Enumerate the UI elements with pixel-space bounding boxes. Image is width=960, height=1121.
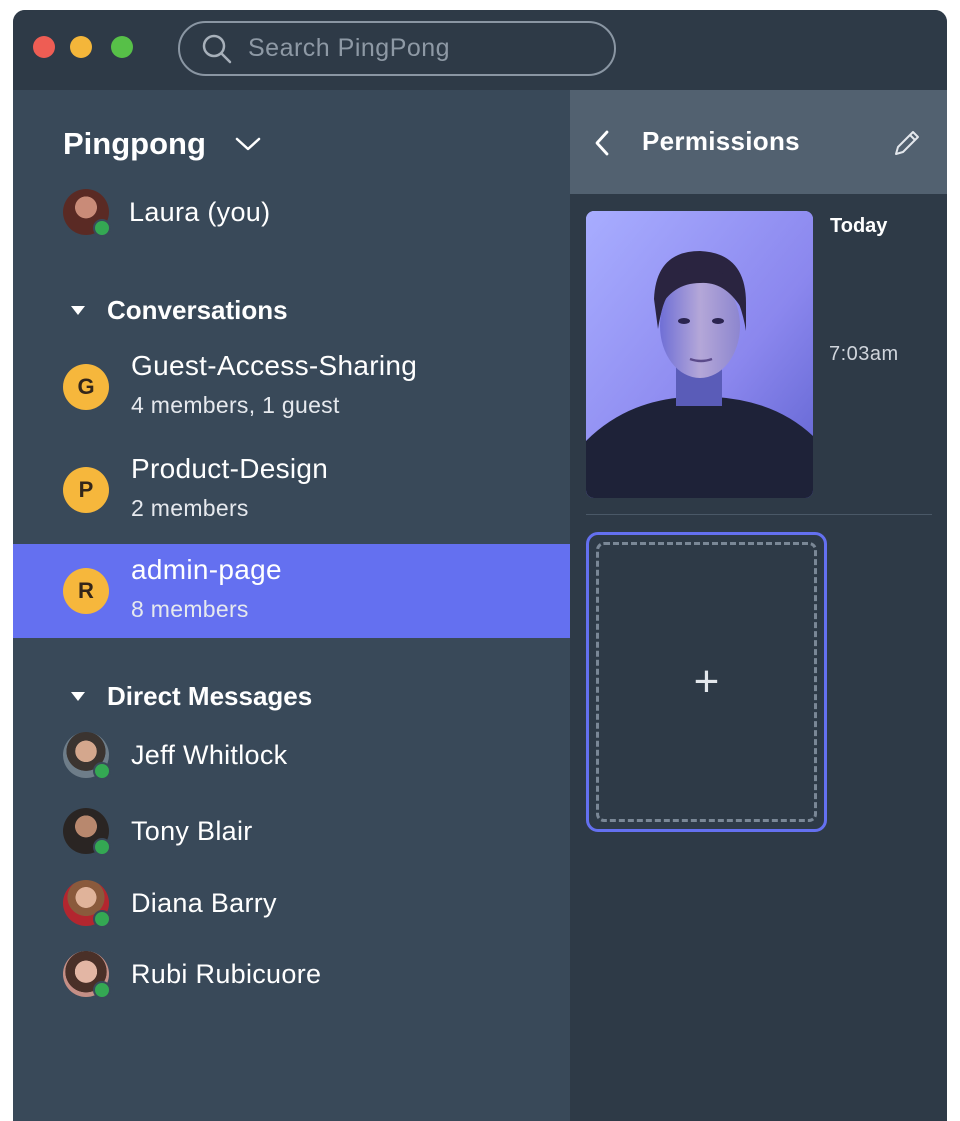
current-user-row[interactable]: Laura (you)	[63, 189, 271, 237]
search-placeholder: Search PingPong	[248, 34, 451, 62]
collapse-triangle-icon	[71, 306, 85, 315]
shared-photo-thumbnail[interactable]	[586, 211, 813, 498]
conversation-name: admin-page	[131, 554, 282, 585]
zoom-window-button[interactable]	[111, 36, 133, 58]
avatar	[63, 189, 111, 237]
plus-icon: +	[693, 657, 720, 706]
conversation-members: 2 members	[131, 495, 249, 521]
direct-messages-header-label: Direct Messages	[107, 681, 313, 711]
permissions-panel: Permissions Today 7:03am +	[570, 90, 947, 1121]
current-user-name: Laura (you)	[129, 196, 271, 227]
conversations-section-header[interactable]: Conversations	[71, 295, 288, 326]
dm-name: Diana Barry	[131, 887, 277, 918]
conversation-item-product-design[interactable]: P Product-Design 2 members	[13, 443, 570, 537]
dropzone-dashed-border: +	[596, 542, 817, 822]
online-status-dot	[93, 981, 111, 999]
team-name: Pingpong	[63, 126, 206, 161]
panel-title: Permissions	[642, 126, 800, 156]
dm-item-rubi-rubicuore[interactable]: Rubi Rubicuore	[63, 951, 322, 999]
pencil-edit-icon[interactable]	[892, 128, 922, 158]
back-chevron-icon[interactable]	[594, 130, 610, 156]
online-status-dot	[93, 910, 111, 928]
time-label: 7:03am	[829, 343, 899, 365]
dm-name: Jeff Whitlock	[131, 739, 288, 770]
chevron-down-icon	[235, 137, 261, 151]
close-window-button[interactable]	[33, 36, 55, 58]
title-bar: Search PingPong	[13, 10, 947, 90]
avatar	[63, 951, 111, 999]
conversation-letter-avatar: G	[63, 364, 109, 410]
conversation-name: Guest-Access-Sharing	[131, 350, 418, 381]
dm-item-jeff-whitlock[interactable]: Jeff Whitlock	[63, 732, 288, 780]
dm-name: Tony Blair	[131, 815, 253, 846]
portrait-image	[586, 211, 813, 498]
sidebar: Pingpong Laura (you) Conversations G Gue…	[13, 90, 570, 1121]
dm-item-tony-blair[interactable]: Tony Blair	[63, 808, 253, 856]
online-status-dot	[93, 219, 111, 237]
minimize-window-button[interactable]	[70, 36, 92, 58]
panel-header: Permissions	[570, 90, 947, 194]
conversations-header-label: Conversations	[107, 295, 288, 325]
conversation-item-guest-access-sharing[interactable]: G Guest-Access-Sharing 4 members, 1 gues…	[13, 340, 570, 434]
add-file-dropzone[interactable]: +	[586, 532, 827, 832]
direct-messages-section-header[interactable]: Direct Messages	[71, 681, 312, 712]
online-status-dot	[93, 838, 111, 856]
search-bar[interactable]: Search PingPong	[178, 21, 616, 76]
dm-item-diana-barry[interactable]: Diana Barry	[63, 880, 277, 928]
app-window: Search PingPong Pingpong Laura (you) Con…	[13, 10, 947, 1121]
search-icon	[202, 34, 232, 63]
date-label: Today	[830, 215, 888, 237]
avatar	[63, 732, 111, 780]
team-switcher[interactable]: Pingpong	[63, 126, 262, 162]
divider	[586, 514, 932, 515]
avatar	[63, 808, 111, 856]
conversation-item-admin-page[interactable]: R admin-page 8 members	[13, 544, 570, 638]
conversation-letter-avatar: P	[63, 467, 109, 513]
conversation-name: Product-Design	[131, 453, 329, 484]
conversation-letter-avatar: R	[63, 568, 109, 614]
collapse-triangle-icon	[71, 692, 85, 701]
conversation-members: 8 members	[131, 596, 249, 622]
online-status-dot	[93, 762, 111, 780]
dm-name: Rubi Rubicuore	[131, 958, 322, 989]
conversation-members: 4 members, 1 guest	[131, 392, 340, 418]
avatar	[63, 880, 111, 928]
